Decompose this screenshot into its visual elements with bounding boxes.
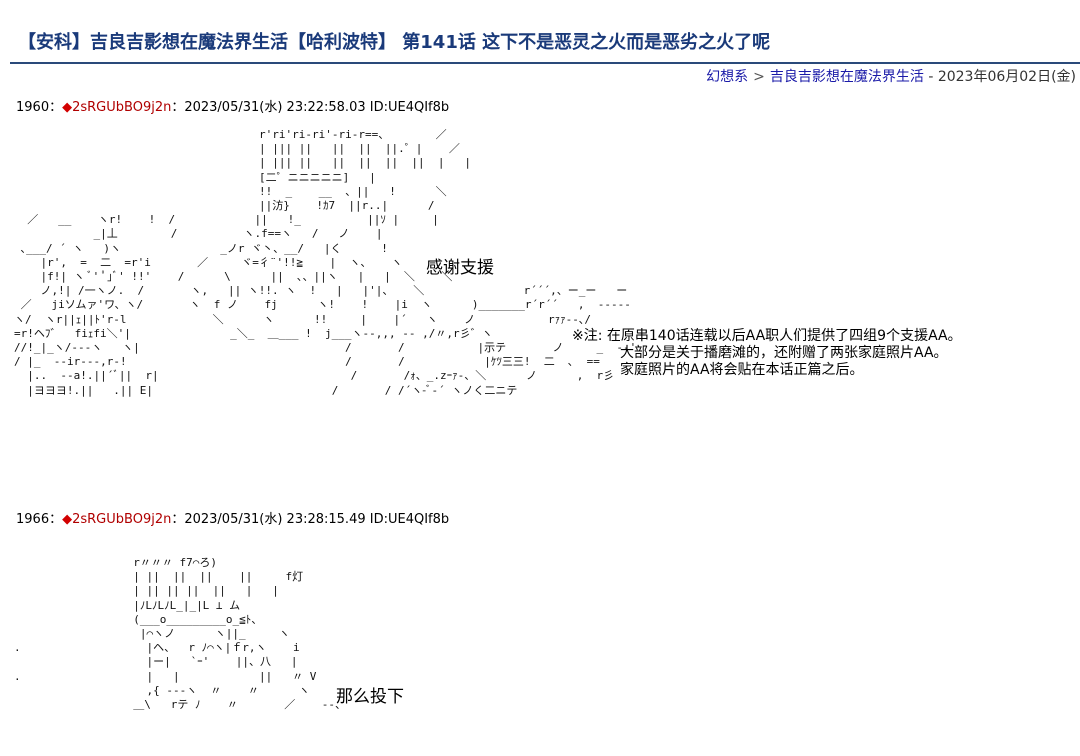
post-colon: ：	[49, 100, 63, 115]
author-trip: 2sRGUbBO9j2n	[72, 512, 172, 527]
breadcrumb: 幻想系 > 吉良吉影想在魔法界生活 - 2023年06月02日(金)	[706, 66, 1076, 86]
post-meta: ：2023/05/31(水) 23:22:58.03 ID:UE4QIf8b	[171, 100, 450, 115]
post-meta: ：2023/05/31(水) 23:28:15.49 ID:UE4QIf8b	[171, 512, 450, 527]
page-title: 【安科】吉良吉影想在魔法界生活【哈利波特】 第141话 这下不是恶灵之火而是恶劣…	[18, 32, 771, 53]
ascii-art-1: r'ri'ri-ri'-ri-r==、 ／ | ||| || || || ||.…	[14, 128, 637, 397]
trip-diamond-icon: ◆	[62, 100, 73, 115]
note-line-3: 家庭照片的AA将会贴在本话正篇之后。	[620, 362, 864, 378]
breadcrumb-link-site[interactable]: 幻想系	[706, 69, 748, 85]
post-colon: ：	[49, 512, 63, 527]
breadcrumb-separator: >	[753, 69, 765, 85]
author-trip: 2sRGUbBO9j2n	[72, 100, 172, 115]
post-header-1960: 1960：◆2sRGUbBO9j2n：2023/05/31(水) 23:22:5…	[16, 96, 449, 115]
post-note: ※注: 在原串140话连载以后AA职人们提供了四组9个支援AA。 大部分是关于播…	[572, 328, 962, 379]
note-line-1: ※注: 在原串140话连载以后AA职人们提供了四组9个支援AA。	[572, 328, 962, 344]
ascii-art-2: r〃〃〃 f7⌒ろ) | || || || || f灯 | || || || |…	[14, 556, 347, 712]
breadcrumb-link-series[interactable]: 吉良吉影想在魔法界生活	[770, 69, 924, 85]
title-divider	[10, 62, 1080, 64]
post-caption-1960: 感谢支援	[426, 258, 494, 278]
post-caption-1966: 那么投下	[336, 687, 404, 707]
note-line-2: 大部分是关于播磨滩的，还附赠了两张家庭照片AA。	[620, 345, 948, 361]
post-date: - 2023年06月02日(金)	[928, 69, 1076, 85]
post-number[interactable]: 1960	[16, 100, 49, 115]
post-header-1966: 1966：◆2sRGUbBO9j2n：2023/05/31(水) 23:28:1…	[16, 508, 449, 527]
trip-diamond-icon: ◆	[62, 512, 73, 527]
post-number[interactable]: 1966	[16, 512, 49, 527]
